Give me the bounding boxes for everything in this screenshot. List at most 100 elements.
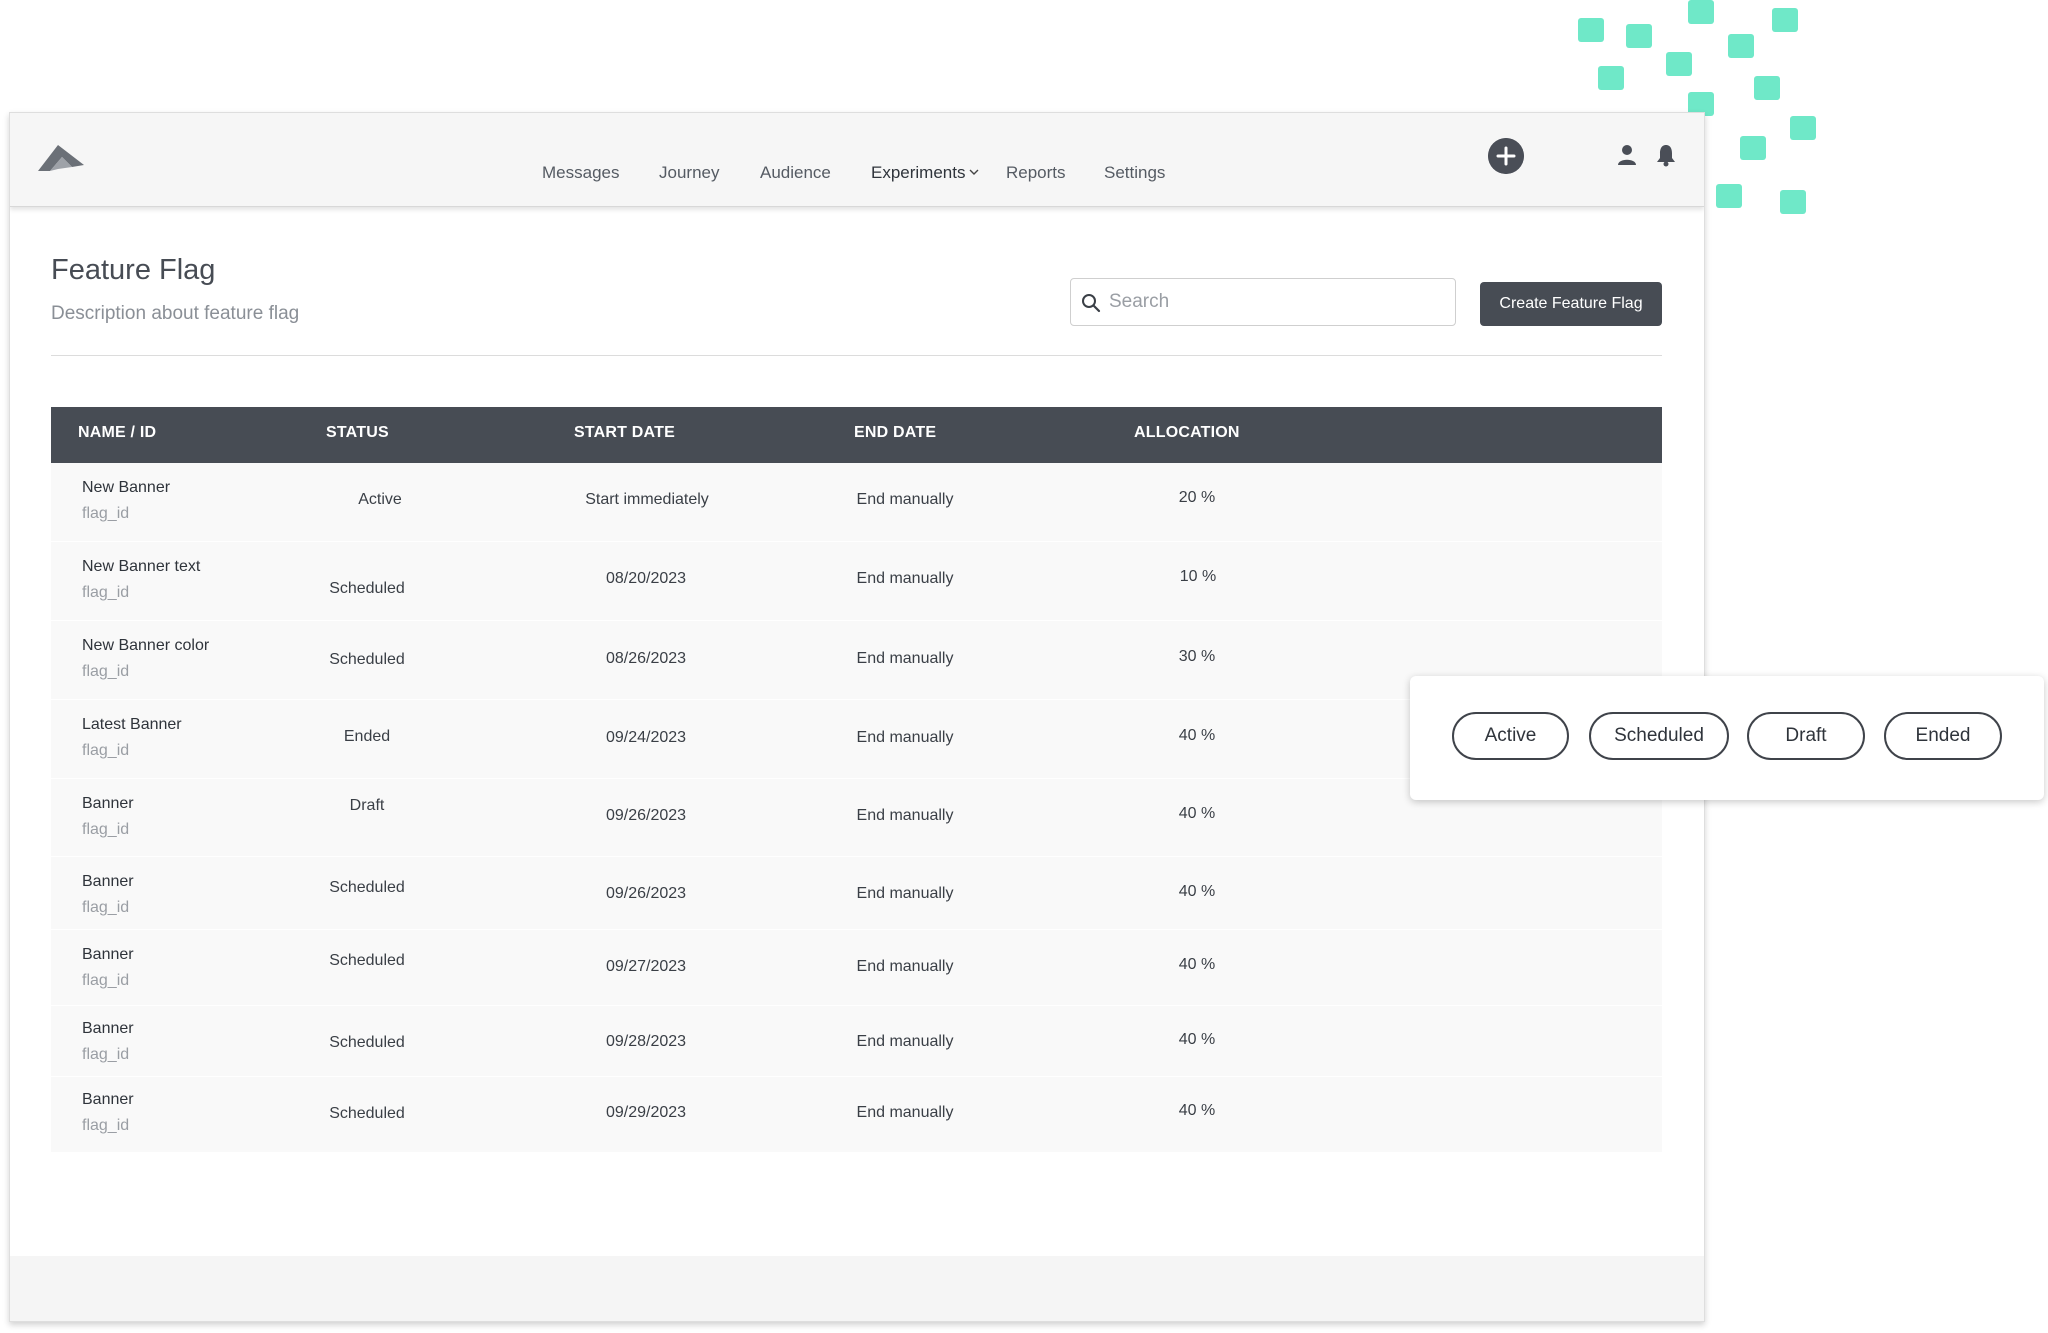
column-header-status[interactable]: STATUS <box>326 407 389 459</box>
decoration-square <box>1626 24 1652 48</box>
decoration-square <box>1688 0 1714 24</box>
flag-name: Banner <box>82 1020 134 1037</box>
allocation: 40 % <box>1178 1031 1216 1048</box>
nav-item-messages[interactable]: Messages <box>542 159 619 187</box>
flag-name: New Banner text <box>82 558 201 575</box>
status-text: Draft <box>349 797 385 814</box>
bell-icon[interactable] <box>1655 143 1677 167</box>
status-chip-scheduled[interactable]: Scheduled <box>1589 712 1729 760</box>
start-date: 08/20/2023 <box>605 570 687 587</box>
status-text: Scheduled <box>329 1105 405 1122</box>
status-filter-panel: Active Scheduled Draft Ended <box>1410 676 2044 800</box>
status-text: Scheduled <box>329 651 405 668</box>
status-chip-active[interactable]: Active <box>1452 712 1569 760</box>
table-header: NAME / ID STATUS START DATE END DATE ALL… <box>51 407 1662 463</box>
nav-item-experiments[interactable]: Experiments <box>871 159 979 187</box>
flag-id: flag_id <box>82 742 130 759</box>
status-chip-draft[interactable]: Draft <box>1747 712 1865 760</box>
end-date: End manually <box>856 885 954 902</box>
table-row[interactable]: Banner flag_id Scheduled 09/27/2023 End … <box>51 929 1662 1005</box>
search-field[interactable] <box>1070 278 1456 326</box>
flag-name: Latest Banner <box>82 716 182 733</box>
flag-name: Banner <box>82 946 134 963</box>
page-title: Feature Flag <box>51 254 216 286</box>
status-text: Active <box>358 491 402 508</box>
status-text: Scheduled <box>329 879 405 896</box>
start-date: 08/26/2023 <box>605 650 687 667</box>
end-date: End manually <box>856 958 954 975</box>
flag-id: flag_id <box>82 663 130 680</box>
column-header-end-date[interactable]: END DATE <box>854 407 936 459</box>
search-input[interactable] <box>1109 285 1445 319</box>
decoration-square <box>1598 66 1624 90</box>
allocation: 40 % <box>1178 956 1216 973</box>
nav-item-journey[interactable]: Journey <box>659 159 719 187</box>
status-text: Ended <box>343 728 391 745</box>
column-header-allocation[interactable]: ALLOCATION <box>1134 407 1240 459</box>
status-chip-ended[interactable]: Ended <box>1884 712 2002 760</box>
end-date: End manually <box>856 1104 954 1121</box>
decoration-square <box>1772 8 1798 32</box>
start-date: 09/26/2023 <box>605 807 687 824</box>
user-icon[interactable] <box>1616 143 1638 167</box>
table-row[interactable]: New Banner text flag_id Scheduled 08/20/… <box>51 541 1662 620</box>
create-feature-flag-button[interactable]: Create Feature Flag <box>1480 282 1662 326</box>
flag-id: flag_id <box>82 584 130 601</box>
chevron-down-icon <box>969 169 979 175</box>
table-row[interactable]: New Banner flag_id Active Start immediat… <box>51 463 1662 541</box>
decoration-square <box>1578 18 1604 42</box>
nav-item-audience[interactable]: Audience <box>760 159 831 187</box>
end-date: End manually <box>856 491 954 508</box>
header-divider <box>51 355 1662 356</box>
allocation: 40 % <box>1178 805 1216 822</box>
flag-name: Banner <box>82 795 134 812</box>
decoration-square <box>1790 116 1816 140</box>
table-row[interactable]: Banner flag_id Scheduled 09/26/2023 End … <box>51 856 1662 929</box>
start-date: 09/26/2023 <box>605 885 687 902</box>
allocation: 20 % <box>1178 489 1216 506</box>
end-date: End manually <box>856 570 954 587</box>
flag-id: flag_id <box>82 1117 130 1134</box>
start-date: 09/28/2023 <box>605 1033 687 1050</box>
table-row[interactable]: Banner flag_id Scheduled 09/29/2023 End … <box>51 1076 1662 1152</box>
table-row[interactable]: Banner flag_id Scheduled 09/28/2023 End … <box>51 1005 1662 1076</box>
decoration-square <box>1666 52 1692 76</box>
allocation: 10 % <box>1179 568 1217 585</box>
decoration-square <box>1716 184 1742 208</box>
end-date: End manually <box>856 729 954 746</box>
column-header-name[interactable]: NAME / ID <box>78 407 156 459</box>
flag-id: flag_id <box>82 972 130 989</box>
allocation: 40 % <box>1178 1102 1216 1119</box>
allocation: 40 % <box>1178 727 1216 744</box>
nav-item-label: Settings <box>1104 163 1166 182</box>
end-date: End manually <box>856 1033 954 1050</box>
flag-id: flag_id <box>82 505 130 522</box>
column-header-start-date[interactable]: START DATE <box>574 407 675 459</box>
start-date: Start immediately <box>585 491 709 508</box>
nav-item-label: Experiments <box>871 163 966 182</box>
flag-id: flag_id <box>82 899 130 916</box>
top-navigation-bar: Messages Journey Audience Experiments Re… <box>10 113 1704 207</box>
start-date: 09/24/2023 <box>605 729 687 746</box>
flag-name: Banner <box>82 1091 134 1108</box>
mountain-logo-icon[interactable] <box>36 139 86 179</box>
flag-id: flag_id <box>82 821 130 838</box>
window-footer <box>10 1256 1704 1321</box>
nav-item-settings[interactable]: Settings <box>1104 159 1165 187</box>
flag-name: New Banner <box>82 479 171 496</box>
status-text: Scheduled <box>329 952 405 969</box>
flag-name: Banner <box>82 873 134 890</box>
nav-item-reports[interactable]: Reports <box>1006 159 1066 187</box>
start-date: 09/27/2023 <box>605 958 687 975</box>
plus-circle-icon[interactable] <box>1488 138 1524 174</box>
decoration-square <box>1740 136 1766 160</box>
nav-item-label: Messages <box>542 163 620 182</box>
status-text: Scheduled <box>329 1034 405 1051</box>
flag-name: New Banner color <box>82 637 210 654</box>
end-date: End manually <box>856 650 954 667</box>
decoration-square <box>1754 76 1780 100</box>
status-text: Scheduled <box>329 580 405 597</box>
allocation: 30 % <box>1178 648 1216 665</box>
nav-item-label: Reports <box>1006 163 1066 182</box>
nav-item-label: Journey <box>659 163 720 182</box>
